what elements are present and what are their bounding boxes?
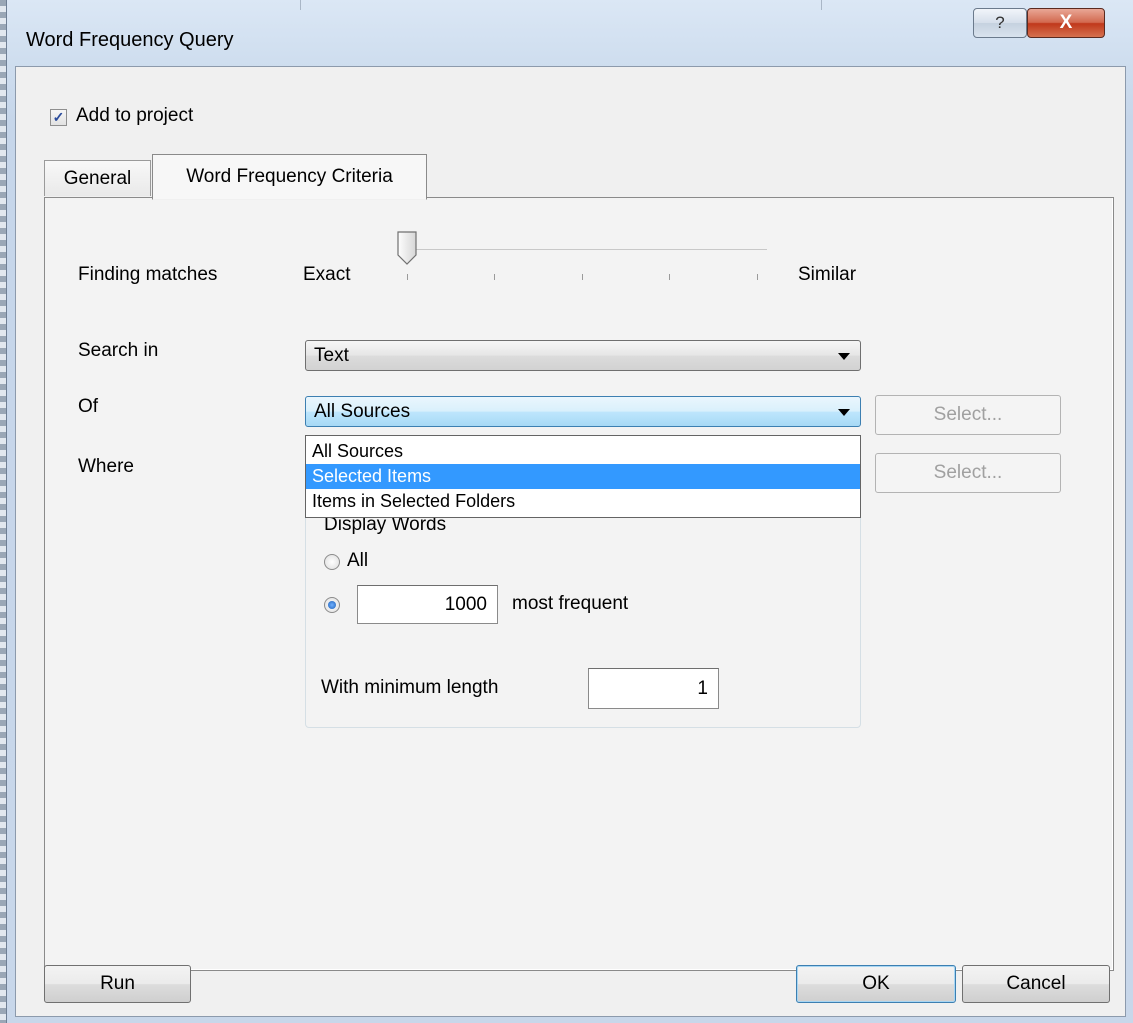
dropdown-arrow-icon — [838, 409, 850, 416]
add-to-project-label: Add to project — [76, 105, 194, 126]
slider-thumb[interactable] — [396, 231, 418, 265]
run-button-label: Run — [100, 973, 135, 994]
cancel-button-label: Cancel — [1006, 973, 1066, 994]
radio-all[interactable] — [324, 554, 340, 570]
help-button[interactable]: ? — [973, 8, 1027, 38]
help-icon: ? — [995, 13, 1005, 32]
ok-button[interactable]: OK — [796, 965, 956, 1003]
of-select-button[interactable]: Select... — [875, 395, 1061, 435]
close-icon: X — [1059, 12, 1073, 33]
slider-tick — [582, 274, 583, 280]
of-value: All Sources — [314, 400, 411, 422]
checkmark-icon: ✓ — [52, 109, 65, 125]
finding-matches-label: Finding matches — [78, 264, 218, 285]
dropdown-option-items-in-selected-folders[interactable]: Items in Selected Folders — [306, 489, 860, 514]
where-select-label: Select... — [933, 462, 1003, 483]
slider-min-label: Exact — [303, 264, 351, 285]
of-dropdown-list: All Sources Selected Items Items in Sele… — [305, 435, 861, 518]
min-length-value: 1 — [697, 677, 708, 699]
most-frequent-label: most frequent — [512, 593, 629, 614]
slider-max-label: Similar — [798, 264, 857, 285]
most-frequent-value: 1000 — [444, 593, 487, 615]
slider-tick — [407, 274, 408, 280]
search-in-value: Text — [314, 344, 349, 366]
slider-tick — [669, 274, 670, 280]
of-select-label: Select... — [933, 404, 1003, 425]
of-label: Of — [78, 396, 99, 417]
slider-tick — [494, 274, 495, 280]
of-combobox[interactable]: All Sources — [305, 396, 861, 427]
radio-all-label: All — [347, 550, 369, 571]
tab-criteria-label: Word Frequency Criteria — [186, 166, 393, 187]
ok-button-label: OK — [862, 973, 890, 994]
background-window-strip — [300, 0, 822, 10]
tab-general[interactable]: General — [44, 160, 151, 196]
search-in-label: Search in — [78, 340, 159, 361]
slider-tick — [757, 274, 758, 280]
search-in-combobox[interactable]: Text — [305, 340, 861, 371]
add-to-project-checkbox[interactable]: ✓ — [50, 109, 67, 126]
where-label: Where — [78, 456, 134, 477]
most-frequent-input[interactable]: 1000 — [357, 585, 498, 624]
dialog-title: Word Frequency Query — [26, 29, 234, 51]
tab-word-frequency-criteria[interactable]: Word Frequency Criteria — [152, 154, 427, 200]
tab-general-label: General — [63, 167, 132, 189]
dropdown-option-all-sources[interactable]: All Sources — [306, 439, 860, 464]
dropdown-option-selected-items[interactable]: Selected Items — [306, 464, 860, 489]
dropdown-arrow-icon — [838, 353, 850, 360]
min-length-input[interactable]: 1 — [588, 668, 719, 709]
min-length-label: With minimum length — [321, 677, 499, 698]
cancel-button[interactable]: Cancel — [962, 965, 1110, 1003]
slider-track[interactable] — [407, 249, 767, 250]
close-button[interactable]: X — [1027, 8, 1105, 38]
where-select-button[interactable]: Select... — [875, 453, 1061, 493]
radio-most-frequent[interactable] — [324, 597, 340, 613]
run-button[interactable]: Run — [44, 965, 191, 1003]
